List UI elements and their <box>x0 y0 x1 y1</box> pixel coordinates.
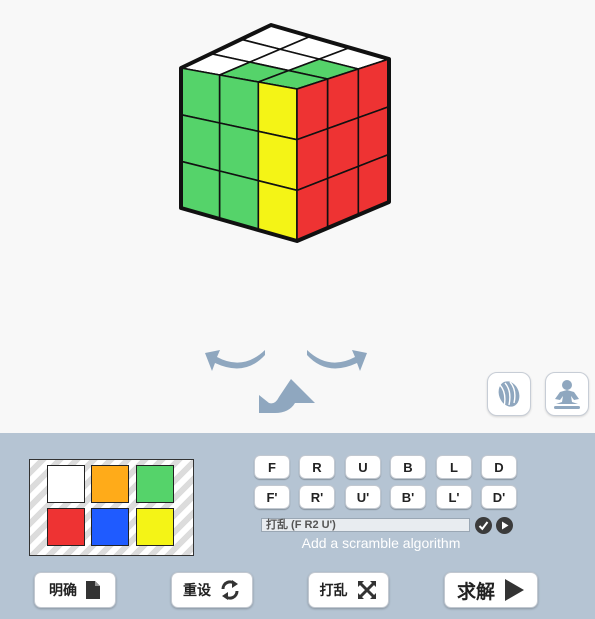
move-d-button[interactable]: D <box>481 455 517 479</box>
move-f-prime-button[interactable]: F' <box>254 485 290 509</box>
scramble-hint: Add a scramble algorithm <box>301 535 461 551</box>
hand-icon <box>498 381 520 408</box>
move-u-button[interactable]: U <box>345 455 381 479</box>
solve-button[interactable]: 求解 <box>444 572 538 608</box>
swatch-red[interactable] <box>47 508 85 546</box>
swatch-white[interactable] <box>47 465 85 503</box>
swatch-green[interactable] <box>136 465 174 503</box>
document-icon <box>86 581 100 599</box>
swatch-blue[interactable] <box>91 508 129 546</box>
solve-label: 求解 <box>456 580 495 603</box>
play-icon <box>502 521 509 530</box>
sticker-front-0-1[interactable] <box>218 74 260 133</box>
move-l-prime-button[interactable]: L' <box>436 485 472 509</box>
swatch-orange[interactable] <box>91 465 129 503</box>
sticker-front-0-2[interactable] <box>257 81 298 141</box>
rotate-left-arrow-icon[interactable] <box>203 337 269 377</box>
scramble-button[interactable]: 打乱 <box>308 572 389 608</box>
control-panel: F R U B L D F' R' U' B' L' D' 打乱 (F R2 U… <box>0 433 595 619</box>
refresh-icon <box>221 580 239 600</box>
shuffle-icon <box>357 580 376 600</box>
cube-viewport[interactable] <box>0 0 595 433</box>
rotate-right-arrow-icon[interactable] <box>303 337 369 377</box>
move-b-button[interactable]: B <box>390 455 426 479</box>
move-d-prime-button[interactable]: D' <box>481 485 517 509</box>
apply-scramble-button[interactable] <box>475 517 492 534</box>
meditate-view-button[interactable] <box>545 372 589 416</box>
scramble-input[interactable]: 打乱 (F R2 U') <box>261 518 470 532</box>
cube-3d[interactable] <box>0 0 595 433</box>
move-l-button[interactable]: L <box>436 455 472 479</box>
move-r-prime-button[interactable]: R' <box>299 485 335 509</box>
play-scramble-button[interactable] <box>496 517 513 534</box>
move-f-button[interactable]: F <box>254 455 290 479</box>
rotate-up-arrow-icon[interactable] <box>255 377 319 417</box>
clear-button[interactable]: 明确 <box>34 572 116 608</box>
move-r-button[interactable]: R <box>299 455 335 479</box>
hand-tool-button[interactable] <box>487 372 531 416</box>
clear-label: 明确 <box>49 583 77 599</box>
reset-button[interactable]: 重设 <box>171 572 253 608</box>
reset-label: 重设 <box>183 583 211 599</box>
play-icon <box>505 579 524 601</box>
move-b-prime-button[interactable]: B' <box>390 485 426 509</box>
move-u-prime-button[interactable]: U' <box>345 485 381 509</box>
check-icon <box>478 521 489 531</box>
swatch-yellow[interactable] <box>136 508 174 546</box>
sticker-front-0-0[interactable] <box>180 67 221 124</box>
meditating-person-icon <box>554 380 580 409</box>
scramble-label: 打乱 <box>319 583 348 599</box>
color-palette <box>29 459 194 556</box>
